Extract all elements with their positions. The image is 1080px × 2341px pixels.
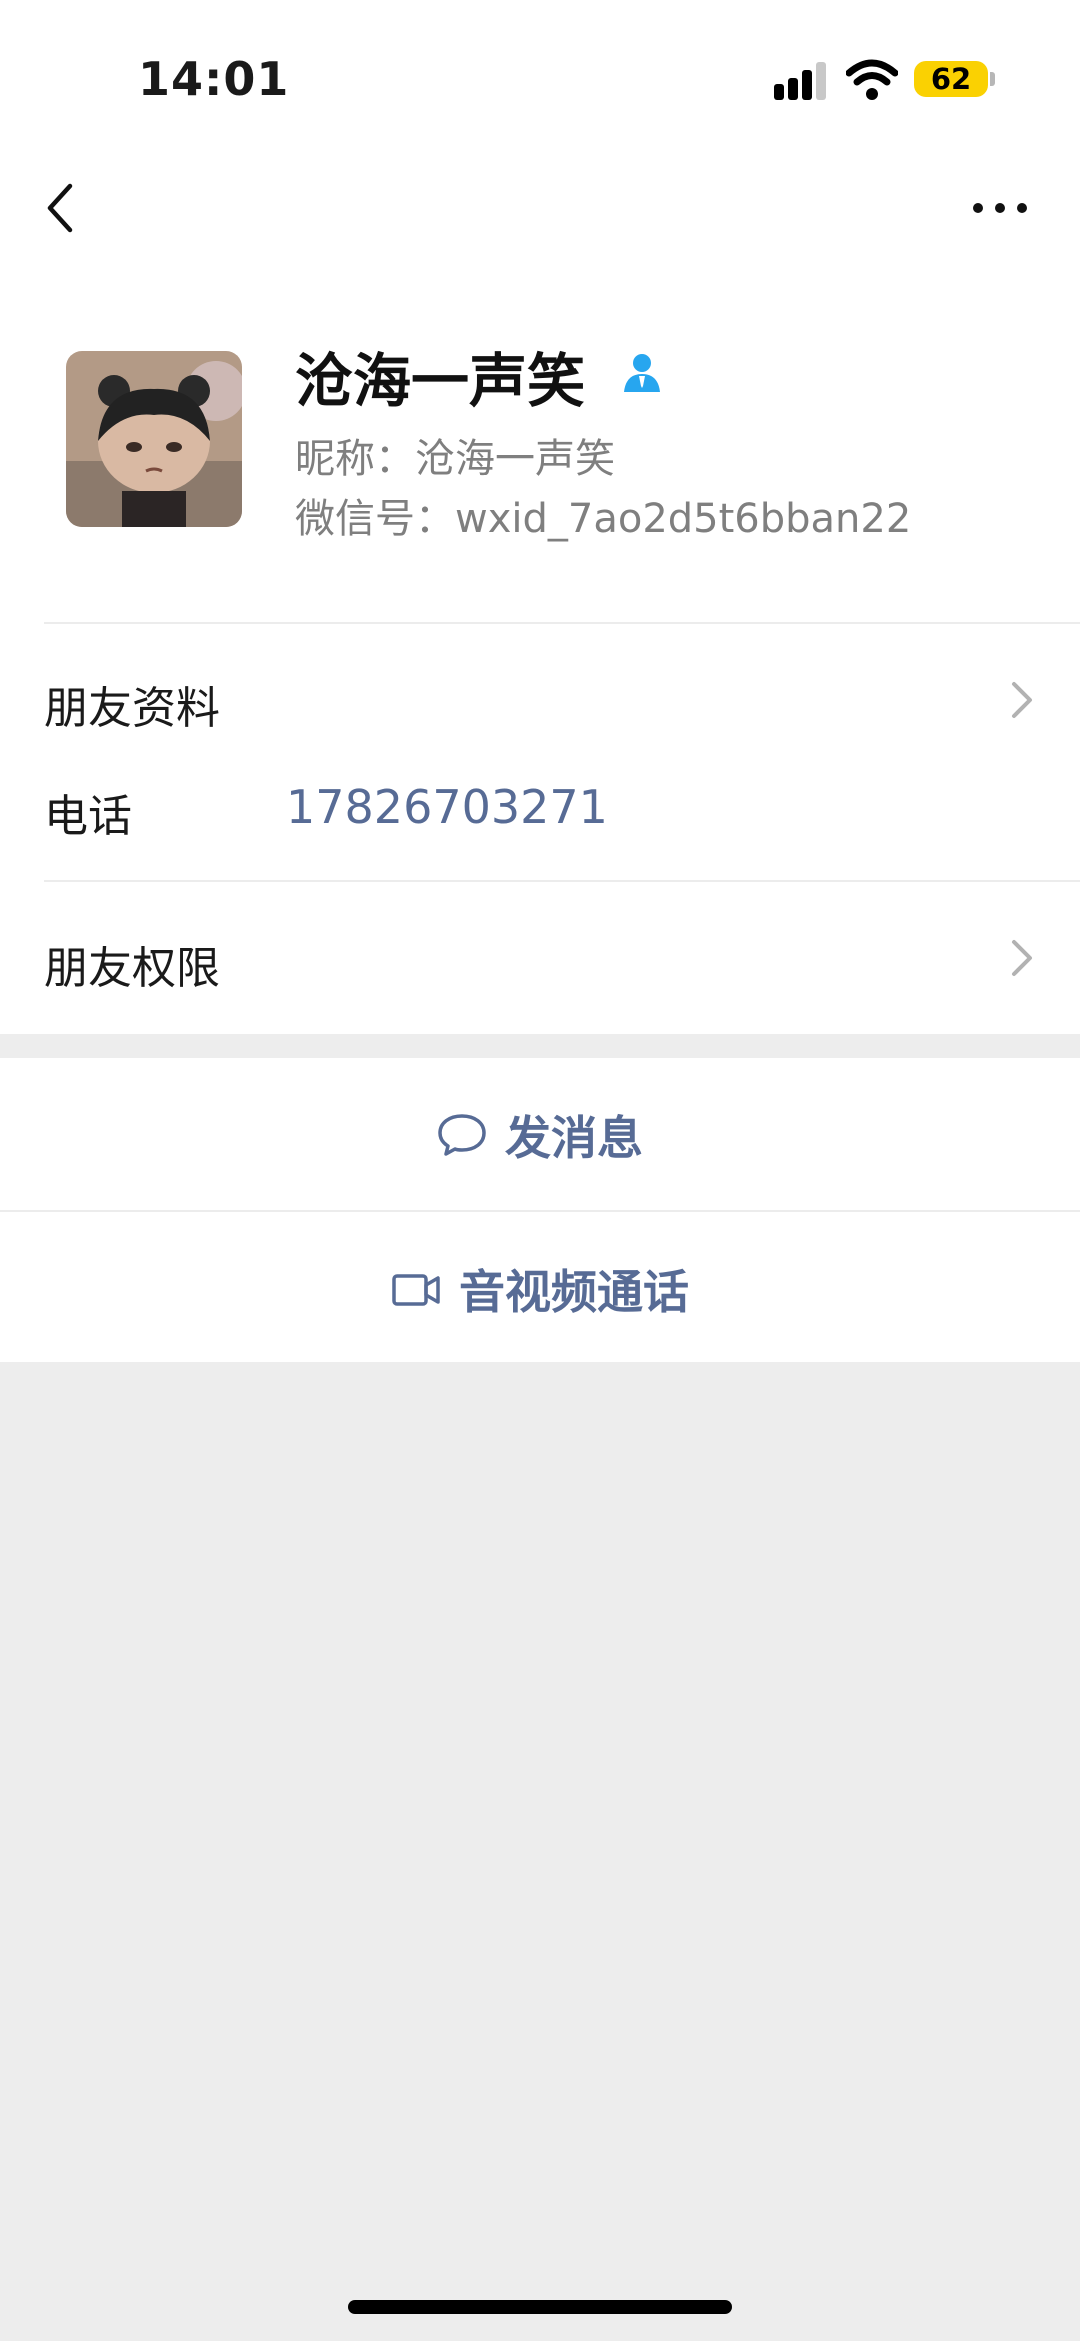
back-arrow-icon[interactable] xyxy=(40,178,90,238)
more-icon[interactable] xyxy=(970,190,1030,226)
status-time: 14:01 xyxy=(138,52,290,106)
divider xyxy=(44,622,1080,624)
chat-bubble-icon xyxy=(438,1114,486,1156)
home-indicator[interactable] xyxy=(348,2300,732,2314)
divider xyxy=(44,880,1080,882)
nickname-line: 昵称：沧海一声笑 xyxy=(295,426,615,484)
nickname-label: 昵称： xyxy=(295,436,415,482)
contact-name: 沧海一声笑 xyxy=(295,347,586,415)
section-separator xyxy=(0,1034,1080,1058)
send-message-button[interactable]: 发消息 xyxy=(0,1060,1080,1210)
battery-cap xyxy=(990,72,995,86)
avatar[interactable] xyxy=(66,351,242,527)
send-message-label: 发消息 xyxy=(505,1111,643,1165)
battery-level: 62 xyxy=(930,62,972,96)
av-call-label: 音视频通话 xyxy=(459,1265,689,1319)
divider xyxy=(0,1210,1080,1212)
nickname-value: 沧海一声笑 xyxy=(415,436,615,482)
battery-icon: 62 xyxy=(914,61,988,97)
chevron-right-icon xyxy=(1012,682,1032,718)
friend-permissions-row[interactable]: 朋友权限 xyxy=(0,900,1080,1020)
contact-person-icon xyxy=(624,354,660,392)
chevron-right-icon xyxy=(1012,940,1032,976)
friend-info-label: 朋友资料 xyxy=(44,683,220,734)
av-call-button[interactable]: 音视频通话 xyxy=(0,1214,1080,1364)
wifi-icon xyxy=(846,59,898,100)
signal-icon xyxy=(774,62,828,100)
wxid-value: wxid_7ao2d5t6bban22 xyxy=(455,496,912,542)
wxid-line: 微信号：wxid_7ao2d5t6bban22 xyxy=(295,486,911,544)
phone-label: 电话 xyxy=(44,791,132,842)
video-camera-icon xyxy=(392,1274,440,1306)
wxid-label: 微信号： xyxy=(295,496,455,542)
friend-info-row[interactable]: 朋友资料 xyxy=(0,640,1080,760)
friend-permissions-label: 朋友权限 xyxy=(44,943,220,994)
phone-number-link[interactable]: 17826703271 xyxy=(286,780,608,834)
